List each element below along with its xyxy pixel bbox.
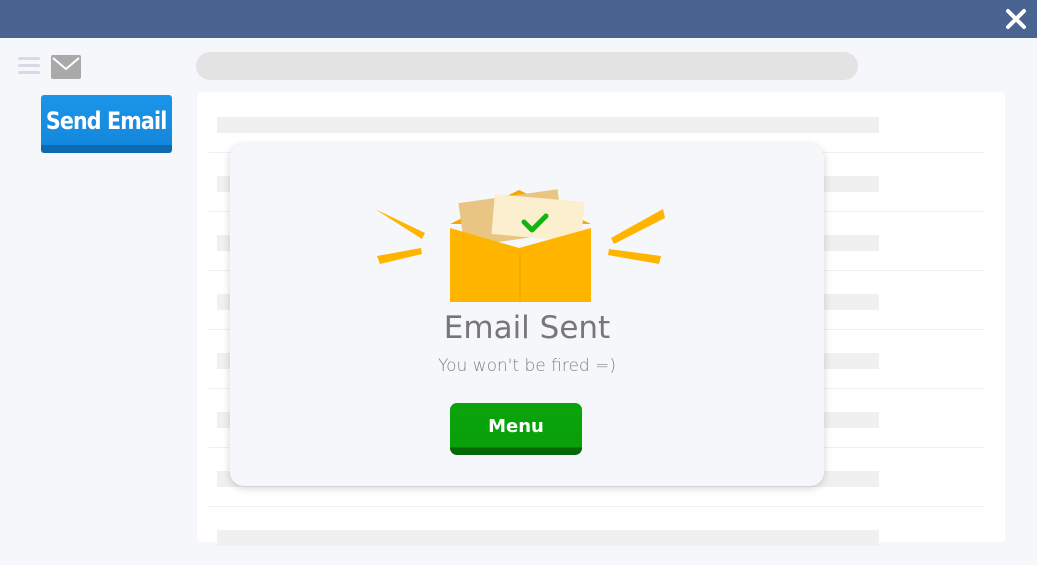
dialog-subtitle: You won't be fired =) [437,356,617,376]
title-bar [0,0,1037,38]
hamburger-menu-icon[interactable] [18,57,40,75]
envelope-check-icon [375,189,665,302]
email-sent-dialog: Email Sent You won't be fired =) Menu [230,144,824,486]
search-bar[interactable] [196,52,858,80]
send-email-button[interactable]: Send Email [41,95,172,153]
menu-button[interactable]: Menu [450,403,582,455]
list-item[interactable] [209,507,984,565]
envelope-icon [51,55,81,79]
dialog-title: Email Sent [443,310,611,346]
close-icon[interactable] [1003,6,1029,32]
